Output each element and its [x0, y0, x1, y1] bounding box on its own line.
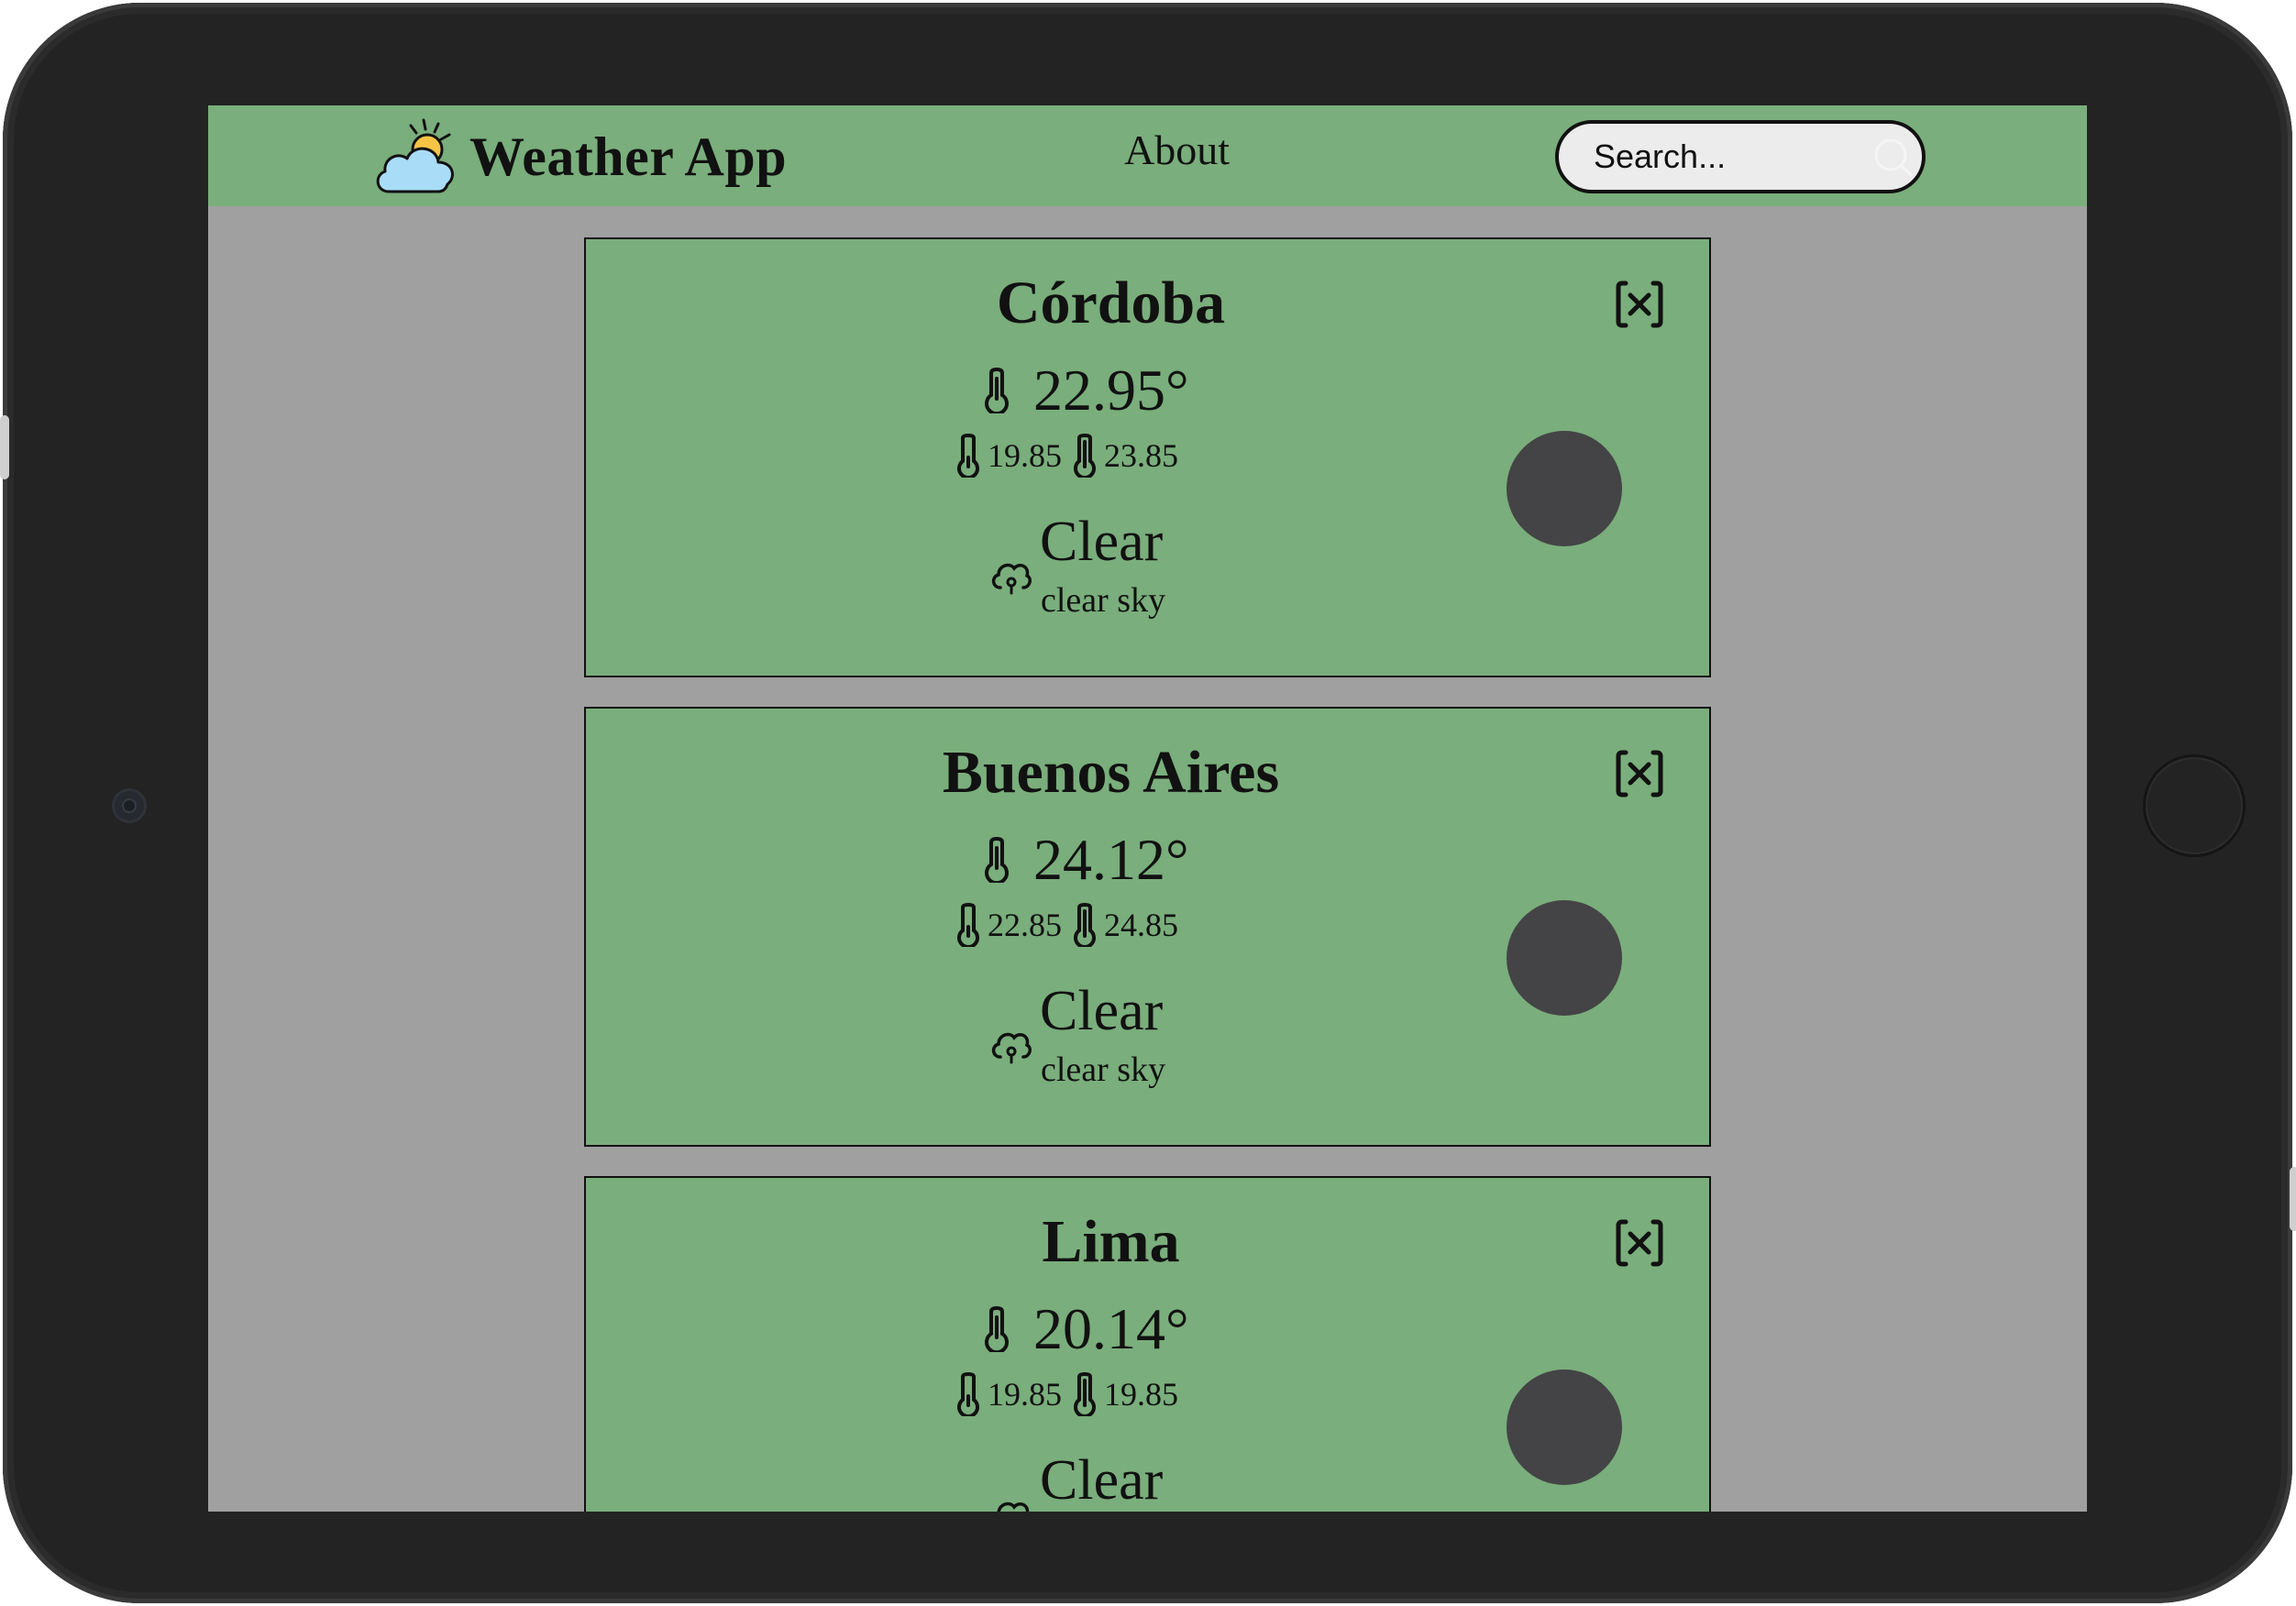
- city-name: Lima: [1042, 1208, 1180, 1275]
- front-camera: [115, 791, 144, 820]
- navbar: Weather App About: [208, 105, 2087, 206]
- temp-min-value: 19.85: [988, 1376, 1062, 1413]
- temperature-value: 20.14°: [1033, 1296, 1189, 1361]
- nav-about-link[interactable]: About: [1124, 126, 1230, 174]
- screen: Weather App About Córdoba: [208, 105, 2087, 1512]
- thermometer-min-icon: [957, 1372, 979, 1416]
- thermometer-icon: [985, 837, 1009, 883]
- temperature-value: 22.95°: [1033, 358, 1189, 423]
- close-icon[interactable]: [1613, 1216, 1666, 1270]
- weather-image-placeholder: [1507, 1370, 1622, 1485]
- search-input[interactable]: [1559, 137, 1852, 177]
- close-icon[interactable]: [1613, 278, 1666, 331]
- volume-down-button: [2290, 1167, 2296, 1231]
- search-icon[interactable]: [1871, 135, 1915, 179]
- condition-main: Clear: [1040, 511, 1164, 573]
- city-name: Córdoba: [996, 270, 1226, 336]
- weather-image-placeholder: [1507, 900, 1622, 1016]
- condition-main: Clear: [1040, 980, 1164, 1042]
- weather-card: Lima 20.14° 19.85 19.85 Clear: [584, 1176, 1711, 1512]
- weather-card: Buenos Aires 24.12° 22.85 24.85 Clear cl…: [584, 707, 1711, 1147]
- temp-min-value: 19.85: [988, 437, 1062, 474]
- cloud-icon: [991, 1032, 1032, 1064]
- close-icon[interactable]: [1613, 747, 1666, 800]
- temperature-range: 22.85 24.85: [955, 903, 1178, 947]
- current-temperature: 20.14°: [980, 1295, 1189, 1363]
- cloud-icon: [991, 563, 1032, 595]
- thermometer-min-icon: [957, 434, 979, 478]
- condition-description: clear sky: [1041, 1050, 1166, 1089]
- thermometer-max-icon: [1074, 903, 1096, 947]
- cloud-sun-icon: [376, 118, 454, 193]
- weather-card: Córdoba 22.95° 19.85 23.85 Clear clear s…: [584, 237, 1711, 677]
- current-temperature: 24.12°: [980, 826, 1189, 894]
- home-button[interactable]: [2143, 754, 2246, 857]
- current-temperature: 22.95°: [980, 357, 1189, 424]
- tablet-frame: Weather App About Córdoba: [0, 3, 2296, 1603]
- search-box[interactable]: [1555, 120, 1926, 193]
- temp-min-value: 22.85: [988, 907, 1062, 943]
- temp-max-value: 23.85: [1104, 437, 1178, 474]
- temp-max-value: 19.85: [1104, 1376, 1178, 1413]
- brand[interactable]: Weather App: [370, 113, 787, 201]
- weather-image-placeholder: [1507, 431, 1622, 546]
- condition-main: Clear: [1040, 1449, 1164, 1512]
- thermometer-max-icon: [1074, 434, 1096, 478]
- temperature-range: 19.85 23.85: [955, 434, 1178, 478]
- thermometer-max-icon: [1074, 1372, 1096, 1416]
- temperature-value: 24.12°: [1033, 827, 1189, 892]
- city-name: Buenos Aires: [942, 739, 1280, 806]
- thermometer-icon: [985, 368, 1009, 413]
- cloud-icon: [997, 1502, 1030, 1512]
- volume-up-button: [0, 415, 9, 479]
- temperature-range: 19.85 19.85: [955, 1372, 1178, 1416]
- thermometer-min-icon: [957, 903, 979, 947]
- thermometer-icon: [985, 1306, 1009, 1352]
- temp-max-value: 24.85: [1104, 907, 1178, 943]
- app-title: Weather App: [469, 126, 788, 187]
- condition-description: clear sky: [1041, 581, 1166, 620]
